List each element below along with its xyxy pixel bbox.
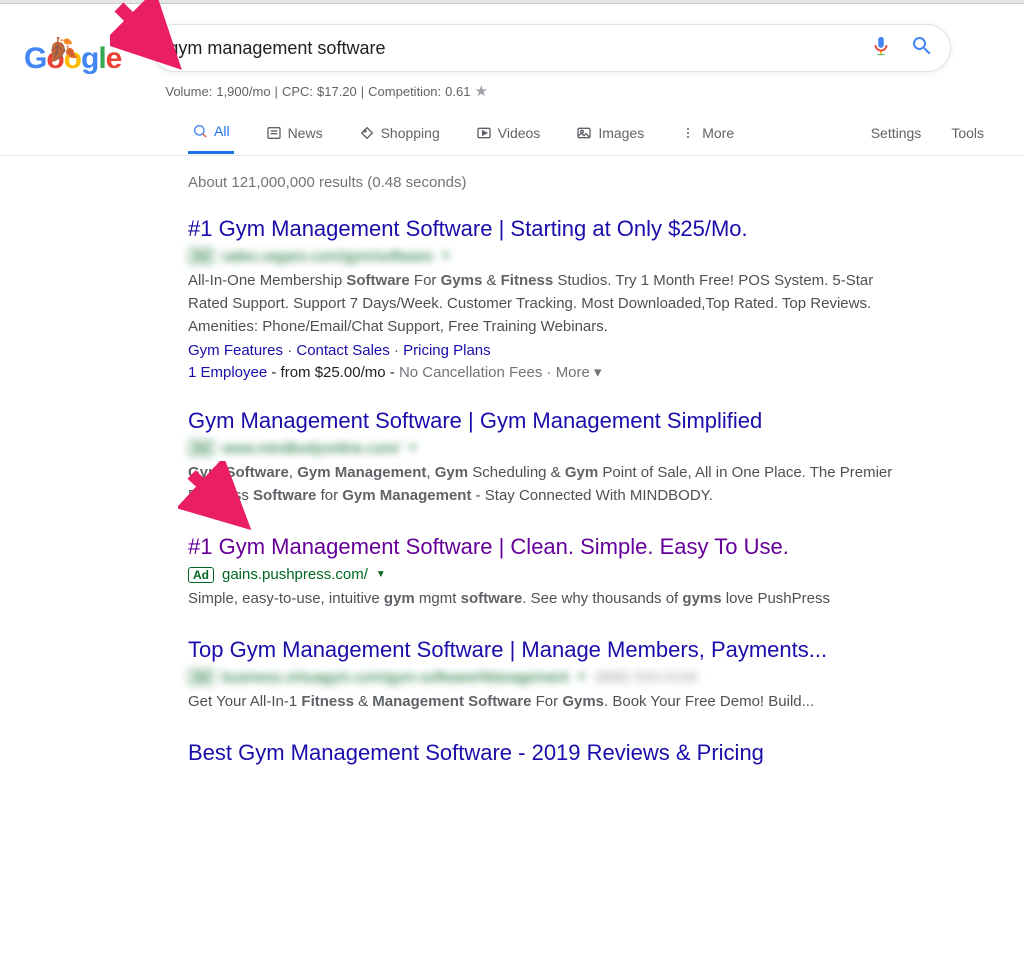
result-title[interactable]: Gym Management Software | Gym Management… (188, 407, 908, 436)
annotation-arrow-search (110, 0, 200, 93)
tab-images[interactable]: Images (572, 111, 648, 153)
result-url[interactable]: gains.pushpress.com/ (222, 566, 368, 583)
result-url[interactable]: www.mindbodyonline.com/ (222, 440, 400, 457)
result-stats: About 121,000,000 results (0.48 seconds) (188, 174, 1024, 191)
result-title[interactable]: Top Gym Management Software | Manage Mem… (188, 636, 908, 665)
result-title[interactable]: #1 Gym Management Software | Clean. Simp… (188, 533, 908, 562)
tab-more[interactable]: More (676, 111, 738, 153)
chevron-down-icon[interactable]: ▼ (577, 672, 587, 683)
seo-stats: Volume: 1,900/mo | CPC: $17.20 | Competi… (165, 82, 951, 100)
result-title[interactable]: #1 Gym Management Software | Starting at… (188, 215, 908, 244)
result-title[interactable]: Best Gym Management Software - 2019 Revi… (188, 739, 908, 768)
ad-badge: Ad (188, 248, 214, 264)
result-url[interactable]: business.virtuagym.com/gym-software/Mana… (222, 669, 569, 686)
search-results: #1 Gym Management Software | Starting at… (188, 215, 908, 768)
result-snippet: Get Your All-In-1 Fitness & Management S… (188, 690, 908, 713)
search-input[interactable] (168, 38, 870, 59)
tools-link[interactable]: Tools (951, 111, 984, 153)
ad-badge: Ad (188, 440, 214, 456)
chevron-down-icon[interactable]: ▼ (408, 443, 418, 454)
star-icon[interactable]: ★ (474, 82, 487, 100)
tab-shopping[interactable]: Shopping (355, 111, 444, 153)
search-result: #1 Gym Management Software | Clean. Simp… (188, 533, 908, 610)
tab-all[interactable]: All (188, 109, 234, 154)
result-sitelinks: Gym Features · Contact Sales · Pricing P… (188, 342, 908, 359)
sitelink[interactable]: Contact Sales (296, 342, 389, 359)
result-snippet: All-In-One Membership Software For Gyms … (188, 269, 908, 339)
tab-news[interactable]: News (262, 111, 327, 153)
ad-badge: Ad (188, 567, 214, 583)
offer-link[interactable]: 1 Employee (188, 364, 267, 381)
result-url[interactable]: sales.vagaro.com/gym/software (222, 248, 433, 265)
google-logo[interactable]: Google 🍂 (24, 42, 121, 76)
search-result: Best Gym Management Software - 2019 Revi… (188, 739, 908, 768)
search-tabs: All News Shopping Videos Images More Set… (0, 108, 1024, 156)
search-result: Gym Management Software | Gym Management… (188, 407, 908, 507)
result-snippet: Simple, easy-to-use, intuitive gym mgmt … (188, 587, 908, 610)
tab-videos[interactable]: Videos (472, 111, 545, 153)
search-result: Top Gym Management Software | Manage Mem… (188, 636, 908, 713)
search-box (151, 24, 951, 72)
mic-icon[interactable] (870, 35, 892, 62)
sitelink[interactable]: Pricing Plans (403, 342, 491, 359)
ad-badge: Ad (188, 669, 214, 685)
sitelink[interactable]: Gym Features (188, 342, 283, 359)
chevron-down-icon[interactable]: ▼ (376, 569, 386, 580)
result-offer: 1 Employee - from $25.00/mo - No Cancell… (188, 363, 908, 381)
search-icon[interactable] (910, 34, 934, 63)
chevron-down-icon[interactable]: ▼ (441, 251, 451, 262)
settings-link[interactable]: Settings (871, 111, 922, 153)
more-dropdown[interactable]: · More ▾ (542, 364, 601, 381)
result-snippet: Gym Software, Gym Management, Gym Schedu… (188, 461, 908, 508)
result-phone: (888) 555-0100 (595, 669, 698, 686)
search-header: Google 🍂 Volume: 1,900/mo | CPC: $17.20 … (0, 4, 1024, 100)
annotation-arrow-result (178, 461, 268, 556)
search-result: #1 Gym Management Software | Starting at… (188, 215, 908, 381)
